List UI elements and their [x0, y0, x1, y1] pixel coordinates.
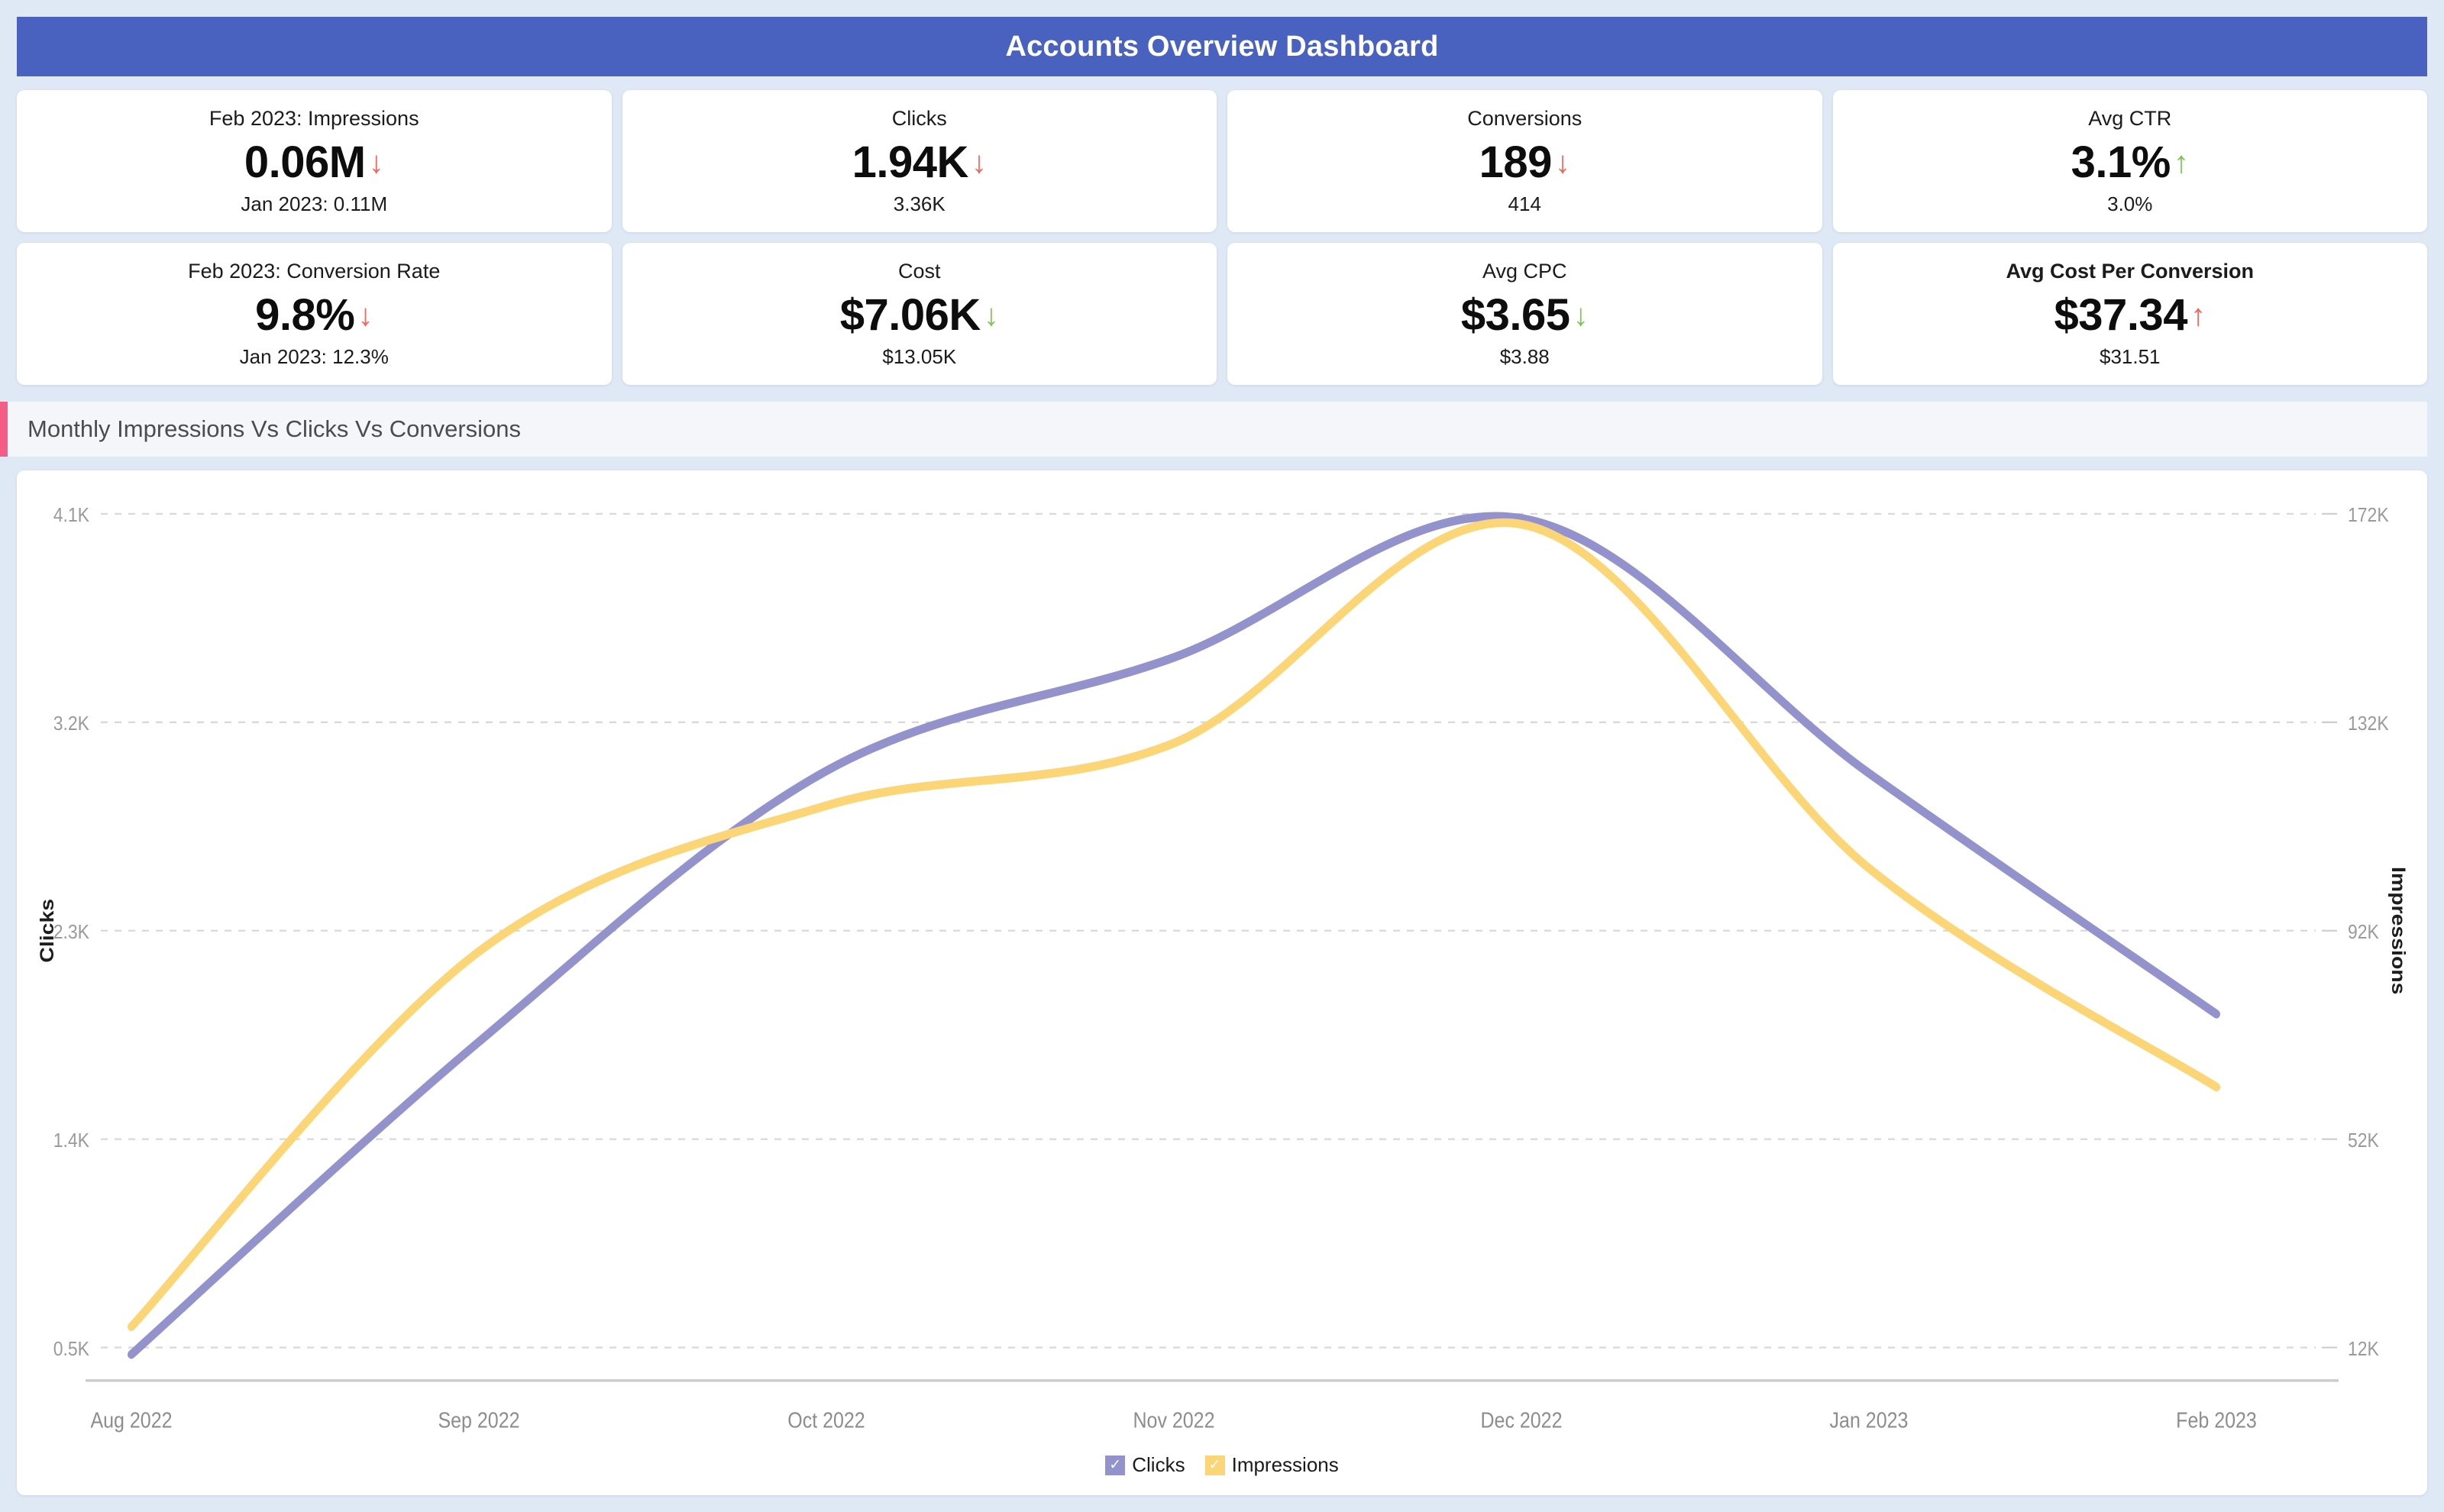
y-axis-right-tick: 12K	[2348, 1339, 2379, 1361]
x-axis-tick: Jan 2023	[1830, 1408, 1909, 1433]
kpi-previous-value: $31.51	[2099, 344, 2161, 368]
kpi-card[interactable]: Avg Cost Per Conversion $37.34 ↑ $31.51	[1832, 243, 2427, 385]
kpi-label: Avg CTR	[2088, 107, 2172, 131]
kpi-value-row: 3.1% ↑	[2071, 137, 2189, 187]
legend-label: Clicks	[1132, 1453, 1185, 1476]
x-axis-tick: Feb 2023	[2176, 1408, 2257, 1433]
trend-down-icon: ↓	[971, 145, 987, 179]
x-axis-tick: Oct 2022	[787, 1408, 865, 1433]
chart-legend: ✓ Clicks ✓ Impressions	[17, 1453, 2427, 1477]
y-axis-right-title: Impressions	[2387, 867, 2409, 994]
y-axis-left-tick: 1.4K	[53, 1130, 90, 1152]
kpi-card[interactable]: Feb 2023: Impressions 0.06M ↓ Jan 2023: 0.1…	[17, 90, 612, 232]
section-title: Monthly Impressions Vs Clicks Vs Convers…	[27, 415, 522, 442]
dashboard-header: Accounts Overview Dashboard	[17, 17, 2427, 76]
kpi-value: $37.34	[2054, 289, 2188, 340]
legend-item-impressions[interactable]: ✓ Impressions	[1204, 1453, 1339, 1477]
x-axis-tick: Dec 2022	[1481, 1408, 1563, 1433]
kpi-value: 0.06M	[244, 137, 366, 187]
kpi-label: Feb 2023: Impressions	[209, 107, 419, 131]
trend-up-icon: ↑	[2190, 298, 2206, 332]
legend-checkbox-impressions[interactable]: ✓	[1204, 1455, 1225, 1475]
series-line-clicks[interactable]	[128, 512, 2220, 1359]
kpi-card[interactable]: Avg CPC $3.65 ↓ $3.88	[1227, 243, 1822, 385]
line-chart[interactable]: 0.5K 1.4K 2.3K 3.2K 4.1K 12K 52K 92K 132K 172K Aug…	[17, 470, 2427, 1495]
kpi-card[interactable]: Feb 2023: Conversion Rate 9.8% ↓ Jan 2023: …	[17, 243, 612, 385]
section-accent-bar	[0, 402, 8, 457]
page-title: Accounts Overview Dashboard	[1005, 30, 1439, 63]
kpi-value-row: 189 ↓	[1479, 137, 1570, 187]
kpi-value-row: 0.06M ↓	[244, 137, 384, 187]
kpi-card[interactable]: Conversions 189 ↓ 414	[1227, 90, 1822, 232]
kpi-previous-value: 3.36K	[893, 192, 946, 215]
trend-down-icon: ↓	[1554, 145, 1570, 179]
y-axis-left-title: Clicks	[37, 899, 58, 963]
kpi-card[interactable]: Clicks 1.94K ↓ 3.36K	[622, 90, 1217, 232]
y-axis-left-tick: 4.1K	[53, 505, 90, 527]
kpi-previous-value: Jan 2023: 12.3%	[239, 344, 389, 368]
kpi-value-row: 1.94K ↓	[852, 137, 987, 187]
kpi-label: Clicks	[891, 107, 947, 131]
y-axis-right-tick: 92K	[2348, 922, 2379, 944]
trend-down-icon: ↓	[368, 145, 384, 179]
dashboard-page: Accounts Overview Dashboard Feb 2023: Im…	[0, 0, 2444, 1512]
y-axis-left-tick: 3.2K	[53, 713, 90, 735]
series-line-impressions[interactable]	[128, 518, 2220, 1332]
trend-up-icon: ↑	[2173, 145, 2189, 179]
kpi-previous-value: Jan 2023: 0.11M	[241, 192, 388, 215]
y-axis-right-tick: 172K	[2348, 505, 2389, 527]
kpi-card[interactable]: Cost $7.06K ↓ $13.05K	[622, 243, 1217, 385]
trend-down-icon: ↓	[357, 298, 373, 332]
kpi-label: Avg CPC	[1482, 260, 1567, 283]
kpi-value: 1.94K	[852, 137, 969, 187]
legend-checkbox-clicks[interactable]: ✓	[1105, 1455, 1126, 1475]
x-axis-tick: Nov 2022	[1133, 1408, 1215, 1433]
kpi-previous-value: $13.05K	[882, 344, 957, 368]
y-axis-left-tick: 2.3K	[53, 922, 90, 944]
y-axis-right-tick: 52K	[2348, 1130, 2379, 1152]
chart-panel: 0.5K 1.4K 2.3K 3.2K 4.1K 12K 52K 92K 132K 172K Aug…	[17, 470, 2427, 1495]
kpi-value-row: $37.34 ↑	[2054, 289, 2206, 340]
kpi-value: 189	[1479, 137, 1553, 187]
trend-down-icon: ↓	[983, 298, 999, 332]
kpi-previous-value: $3.88	[1499, 344, 1550, 368]
legend-item-clicks[interactable]: ✓ Clicks	[1105, 1453, 1185, 1477]
kpi-label: Feb 2023: Conversion Rate	[188, 260, 441, 283]
kpi-value: $7.06K	[839, 289, 981, 340]
kpi-value: 9.8%	[255, 289, 355, 340]
kpi-value: 3.1%	[2071, 137, 2171, 187]
kpi-label: Conversions	[1467, 107, 1582, 131]
kpi-previous-value: 414	[1508, 192, 1541, 215]
y-axis-right-tick: 132K	[2348, 713, 2389, 735]
kpi-value-row: 9.8% ↓	[255, 289, 373, 340]
kpi-label: Cost	[897, 260, 941, 283]
kpi-value: $3.65	[1460, 289, 1570, 340]
x-axis-tick: Aug 2022	[90, 1408, 172, 1433]
trend-down-icon: ↓	[1573, 298, 1589, 332]
section-header: Monthly Impressions Vs Clicks Vs Convers…	[0, 402, 2427, 457]
kpi-value-row: $7.06K ↓	[839, 289, 999, 340]
kpi-value-row: $3.65 ↓	[1460, 289, 1589, 340]
kpi-card-grid: Feb 2023: Impressions 0.06M ↓ Jan 2023: 0.1…	[17, 90, 2427, 385]
kpi-card[interactable]: Avg CTR 3.1% ↑ 3.0%	[1832, 90, 2427, 232]
legend-label: Impressions	[1231, 1453, 1339, 1476]
kpi-label: Avg Cost Per Conversion	[2006, 260, 2255, 283]
x-axis-tick: Sep 2022	[438, 1408, 519, 1433]
y-axis-left-tick: 0.5K	[53, 1339, 90, 1361]
kpi-previous-value: 3.0%	[2107, 192, 2153, 215]
